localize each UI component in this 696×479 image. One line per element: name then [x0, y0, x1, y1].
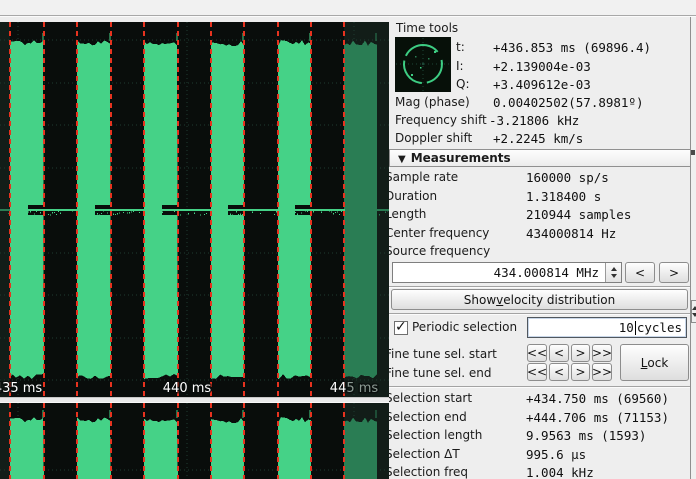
length-value: 210944 samples	[526, 207, 631, 222]
center-frequency-value: 434000814 Hz	[526, 226, 616, 241]
selection-end-value: +444.706 ms (71153)	[526, 410, 669, 425]
frequency-shift-value: -3.21806 kHz	[489, 113, 579, 128]
source-frequency-label: Source frequency	[389, 244, 490, 259]
divider	[389, 386, 690, 388]
duration-value: 1.318400 s	[526, 189, 601, 204]
frequency-prev-button[interactable]: <	[625, 262, 655, 283]
velocity-button-mnemonic: v	[496, 293, 503, 307]
frequency-spinbox[interactable]: 434.000814 MHz	[392, 262, 622, 283]
selection-start-value: +434.750 ms (69560)	[526, 391, 669, 406]
constellation-icon	[395, 37, 451, 92]
selection-length-label: Selection length	[389, 428, 482, 443]
divider	[389, 313, 690, 315]
fine-tune-end-label: Fine tune sel. end	[389, 366, 491, 381]
center-frequency-label: Center frequency	[389, 226, 489, 241]
selection-start-label: Selection start	[389, 391, 472, 406]
svg-text:445 ms: 445 ms	[330, 381, 379, 396]
q-label: Q:	[456, 77, 470, 92]
cycles-value: 10	[619, 320, 634, 335]
selection-freq-value: 1.004 kHz	[526, 465, 594, 479]
end-step-back-fast-button[interactable]: <<	[527, 363, 547, 381]
selection-end-label: Selection end	[389, 410, 467, 425]
svg-text:440 ms: 440 ms	[163, 381, 212, 396]
end-step-back-button[interactable]: <	[549, 363, 569, 381]
start-step-back-fast-button[interactable]: <<	[527, 344, 547, 362]
fine-tune-start-label: Fine tune sel. start	[389, 347, 497, 362]
waveform-panel-secondary[interactable]	[0, 403, 389, 479]
end-step-fwd-button[interactable]: >	[571, 363, 590, 381]
selection-freq-label: Selection freq	[389, 465, 468, 479]
cycles-spinner-clipped[interactable]	[691, 300, 696, 323]
frequency-shift-label: Frequency shift	[395, 113, 487, 128]
mag-phase-label: Mag (phase)	[395, 95, 470, 110]
checkmark-icon: ✓	[395, 319, 407, 335]
waveform-window: 435 ms 440 ms 445 ms	[0, 22, 389, 479]
collapse-triangle-icon: ▼	[398, 154, 406, 165]
duration-label: Duration	[389, 189, 437, 204]
i-value: +2.139004e-03	[493, 59, 591, 74]
dock-handle-icon	[691, 150, 695, 155]
divider	[389, 286, 690, 288]
q-value: +3.409612e-03	[493, 77, 591, 92]
periodic-selection-checkbox[interactable]: ✓	[394, 321, 408, 335]
frequency-next-button[interactable]: >	[659, 262, 689, 283]
spin-up-icon[interactable]	[611, 267, 617, 271]
start-step-fwd-fast-button[interactable]: >>	[592, 344, 612, 362]
start-step-back-button[interactable]: <	[549, 344, 569, 362]
waveform-panel-amplitude[interactable]: 435 ms 440 ms 445 ms	[0, 22, 389, 397]
doppler-shift-label: Doppler shift	[395, 131, 472, 146]
t-label: t:	[456, 40, 465, 55]
svg-text:435 ms: 435 ms	[0, 381, 42, 396]
selection-deltat-label: Selection ΔT	[389, 447, 460, 462]
doppler-shift-value: +2.2245 km/s	[493, 131, 583, 146]
text-cursor	[635, 321, 636, 335]
spin-down-icon[interactable]	[692, 313, 696, 317]
spin-up-icon[interactable]	[692, 306, 696, 310]
mag-phase-value: 0.00402502(57.8981º)	[493, 95, 644, 110]
measurements-section-header[interactable]: ▼ Measurements	[389, 149, 690, 167]
frequency-spinbox-arrows[interactable]	[605, 263, 621, 282]
tools-panel: Time tools t: +436.853 ms (69896.4) I: +…	[389, 17, 690, 479]
window-top-strip	[0, 0, 696, 16]
lock-button[interactable]: Lock	[620, 344, 689, 381]
time-tools-title: Time tools	[396, 21, 458, 36]
velocity-button-pre: Show	[464, 293, 496, 307]
start-step-fwd-button[interactable]: >	[571, 344, 590, 362]
cycles-suffix: cycles	[637, 320, 682, 335]
measurements-title: Measurements	[411, 151, 511, 165]
periodic-selection-label: Periodic selection	[412, 320, 517, 335]
end-step-fwd-fast-button[interactable]: >>	[592, 363, 612, 381]
lock-button-post: ock	[647, 356, 668, 370]
cycles-input[interactable]: 10 cycles	[527, 317, 687, 338]
selection-length-value: 9.9563 ms (1593)	[526, 428, 646, 443]
sample-rate-label: Sample rate	[389, 170, 458, 185]
dock-edge-sliver	[690, 17, 696, 479]
spin-down-icon[interactable]	[611, 274, 617, 278]
show-velocity-distribution-button[interactable]: Show velocity distribution	[391, 289, 688, 310]
sample-rate-value: 160000 sp/s	[526, 170, 609, 185]
lock-button-mnemonic: L	[641, 356, 648, 370]
velocity-button-post: elocity distribution	[503, 293, 615, 307]
length-label: Length	[389, 207, 426, 222]
t-value: +436.853 ms (69896.4)	[493, 40, 651, 55]
frequency-spinbox-value: 434.000814 MHz	[494, 265, 599, 280]
selection-deltat-value: 995.6 µs	[526, 447, 586, 462]
i-label: I:	[456, 59, 464, 74]
